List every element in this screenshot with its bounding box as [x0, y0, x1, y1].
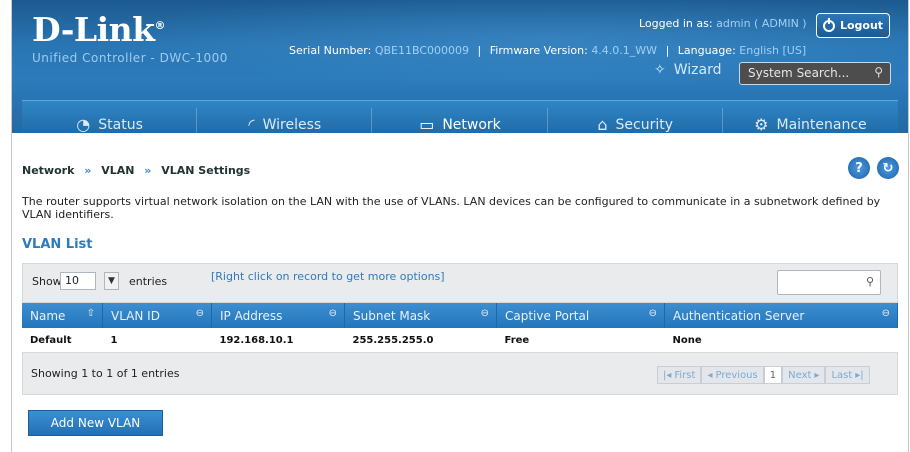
last-page-button[interactable]: Last ▸| [825, 366, 870, 384]
col-header-ip-address[interactable]: IP Address ⊖ [211, 303, 345, 328]
next-page-button[interactable]: Next ▸ [782, 366, 826, 384]
cell-subnet-mask: 255.255.255.0 [344, 328, 497, 353]
table-row[interactable]: Default 1 192.168.10.1 255.255.255.0 Fre… [22, 328, 898, 353]
help-icon[interactable]: ? [848, 157, 870, 179]
chevron-down-icon[interactable]: ▼ [104, 272, 119, 290]
gauge-icon: ◔ [76, 115, 91, 133]
gears-icon: ⚙ [754, 115, 769, 133]
sort-icon: ⇧ [86, 308, 95, 319]
cell-auth-server: None [664, 328, 898, 353]
language-link[interactable]: English [US] [739, 44, 806, 57]
nav-wireless[interactable]: ◜ Wireless [197, 101, 373, 133]
sort-icon: ⊖ [480, 308, 489, 319]
cell-vlan-id: 1 [102, 328, 212, 353]
nav-security[interactable]: ⌂ Security [548, 101, 724, 133]
device-info: Serial Number: QBE11BC000009 | Firmware … [289, 44, 807, 57]
breadcrumb-vlan-settings: VLAN Settings [161, 164, 251, 177]
magic-wand-icon: ✧ [654, 62, 666, 78]
product-name: Unified Controller - DWC-1000 [32, 51, 228, 65]
section-title: VLAN List [22, 237, 93, 252]
wifi-icon: ◜ [248, 115, 255, 133]
col-header-captive-portal[interactable]: Captive Portal ⊖ [496, 303, 665, 328]
col-header-subnet-mask[interactable]: Subnet Mask ⊖ [344, 303, 497, 328]
pagination: |◂ First ◂ Previous 1 Next ▸ Last ▸| [657, 366, 870, 384]
logout-button[interactable]: Logout [816, 13, 890, 38]
nav-status[interactable]: ◔ Status [22, 101, 198, 133]
page-1-button[interactable]: 1 [763, 366, 783, 384]
context-hint: [Right click on record to get more optio… [211, 270, 445, 283]
power-icon [822, 17, 835, 32]
lock-icon: ⌂ [597, 115, 608, 133]
table-footer: Showing 1 to 1 of 1 entries |◂ First ◂ Pre… [22, 352, 898, 395]
page-length-select[interactable]: 10 [60, 272, 96, 290]
breadcrumb-network[interactable]: Network [22, 164, 74, 177]
page-description: The router supports virtual network isol… [22, 195, 881, 221]
sort-icon: ⊖ [328, 308, 337, 319]
col-header-auth-server[interactable]: Authentication Server ⊖ [664, 303, 898, 328]
col-header-name[interactable]: Name ⇧ [22, 303, 103, 328]
show-label: Show [32, 275, 62, 288]
table-filter-input[interactable]: ⚲ [777, 270, 881, 295]
vlan-table: Name ⇧ VLAN ID ⊖ IP Address ⊖ Subnet Mask ⊖ … [22, 303, 898, 353]
nav-maintenance[interactable]: ⚙ Maintenance [723, 101, 898, 133]
breadcrumb: Network » VLAN » VLAN Settings [22, 164, 251, 177]
logged-in-info: Logged in as: admin ( ADMIN ) [639, 17, 807, 30]
sort-icon: ⊖ [881, 308, 890, 319]
entries-info: Showing 1 to 1 of 1 entries [31, 367, 180, 380]
breadcrumb-vlan[interactable]: VLAN [101, 164, 134, 177]
col-header-vlan-id[interactable]: VLAN ID ⊖ [102, 303, 212, 328]
dlink-logo: D-Link® [32, 10, 166, 49]
system-search-input[interactable]: System Search... ⚲ [739, 62, 891, 85]
previous-page-button[interactable]: ◂ Previous [701, 366, 764, 384]
entries-label: entries [129, 275, 168, 288]
app-frame: D-Link® Unified Controller - DWC-1000 Lo… [11, 0, 909, 452]
refresh-icon[interactable]: ↻ [877, 157, 899, 179]
add-new-vlan-button[interactable]: Add New VLAN [28, 410, 163, 436]
monitor-icon: ▭ [419, 115, 435, 133]
wizard-link[interactable]: ✧ Wizard [654, 62, 721, 78]
first-page-button[interactable]: |◂ First [657, 366, 702, 384]
main-nav: ◔ Status ◜ Wireless ▭ Network ⌂ Security… [22, 100, 898, 133]
cell-name: Default [22, 328, 103, 353]
search-icon[interactable]: ⚲ [874, 65, 883, 79]
search-icon: ⚲ [865, 275, 874, 288]
sort-icon: ⊖ [195, 308, 204, 319]
header: D-Link® Unified Controller - DWC-1000 Lo… [12, 0, 908, 133]
table-toolbar: Show 10 ▼ entries [Right click on record… [22, 263, 898, 303]
nav-network[interactable]: ▭ Network [372, 101, 548, 133]
cell-captive-portal: Free [496, 328, 665, 353]
sort-icon: ⊖ [648, 308, 657, 319]
cell-ip-address: 192.168.10.1 [211, 328, 345, 353]
